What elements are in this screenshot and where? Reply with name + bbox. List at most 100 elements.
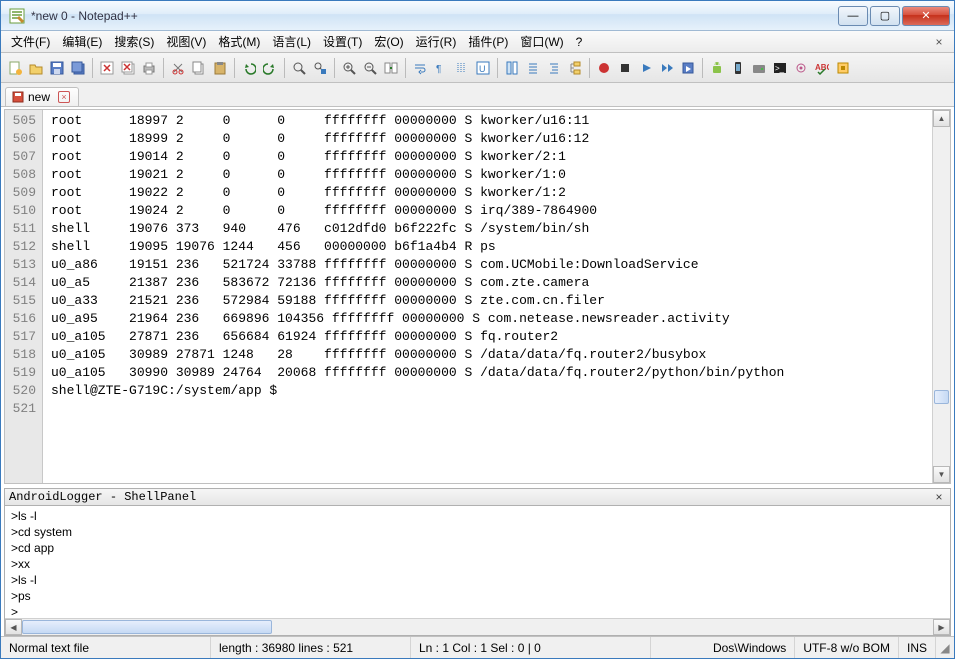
window-buttons: — ▢ ✕ [836,6,950,26]
disk-icon[interactable] [749,58,769,78]
tabbar: new × [1,83,954,107]
word-wrap-icon[interactable] [410,58,430,78]
app-icon [9,8,25,24]
copy-icon[interactable] [189,58,209,78]
scrollbar-thumb[interactable] [22,620,272,634]
menu-format[interactable]: 格式(M) [212,31,266,52]
save-macro-icon[interactable] [678,58,698,78]
undo-icon[interactable] [239,58,259,78]
settings-extra-icon[interactable] [791,58,811,78]
minimize-icon: — [848,10,859,22]
minimize-button[interactable]: — [838,6,868,26]
horizontal-scrollbar[interactable]: ◀ ▶ [5,618,950,635]
menu-macro[interactable]: 宏(O) [368,31,409,52]
close-file-icon[interactable] [97,58,117,78]
close-all-icon[interactable] [118,58,138,78]
menubar-close-icon[interactable]: × [928,35,950,49]
menu-search[interactable]: 搜索(S) [108,31,160,52]
replace-icon[interactable] [310,58,330,78]
status-filetype: Normal text file [1,637,211,658]
line-number-gutter: 5055065075085095105115125135145155165175… [5,110,43,483]
menu-language[interactable]: 语言(L) [266,31,317,52]
save-all-icon[interactable] [68,58,88,78]
stop-macro-icon[interactable] [615,58,635,78]
toolbar-separator [497,58,498,78]
svg-text:>_: >_ [775,64,785,73]
menu-view[interactable]: 视图(V) [160,31,212,52]
toolbar-separator [284,58,285,78]
maximize-button[interactable]: ▢ [870,6,900,26]
svg-text:¶: ¶ [436,64,441,75]
window-title: *new 0 - Notepad++ [31,9,836,23]
zoom-out-icon[interactable] [360,58,380,78]
close-button[interactable]: ✕ [902,6,950,26]
menubar: 文件(F) 编辑(E) 搜索(S) 视图(V) 格式(M) 语言(L) 设置(T… [1,31,954,53]
scroll-down-icon[interactable]: ▼ [933,466,950,483]
shell-panel-label: AndroidLogger - ShellPanel [9,490,196,504]
menu-settings[interactable]: 设置(T) [317,31,368,52]
svg-text:ABC: ABC [815,63,829,72]
doc-list-icon[interactable] [523,58,543,78]
toolbar-separator [334,58,335,78]
scroll-left-icon[interactable]: ◀ [5,619,22,635]
tab-new[interactable]: new × [5,87,79,106]
scrollbar-track[interactable] [22,619,933,635]
vertical-scrollbar[interactable]: ▲ ▼ [932,110,950,483]
zoom-in-icon[interactable] [339,58,359,78]
save-icon[interactable] [47,58,67,78]
indent-guide-icon[interactable] [452,58,472,78]
scroll-right-icon[interactable]: ▶ [933,619,950,635]
plugin-icon[interactable] [833,58,853,78]
user-lang-icon[interactable]: U [473,58,493,78]
menu-run[interactable]: 运行(R) [410,31,463,52]
toolbar-separator [163,58,164,78]
play-multi-icon[interactable] [657,58,677,78]
tab-label: new [28,90,50,104]
status-length: length : 36980 lines : 521 [211,637,411,658]
scroll-up-icon[interactable]: ▲ [933,110,950,127]
toolbar-separator [405,58,406,78]
play-macro-icon[interactable] [636,58,656,78]
folder-tree-icon[interactable] [565,58,585,78]
statusbar: Normal text file length : 36980 lines : … [1,636,954,658]
find-icon[interactable] [289,58,309,78]
scrollbar-thumb[interactable] [934,390,949,404]
resize-grip-icon[interactable]: ◢ [936,641,954,655]
open-file-icon[interactable] [26,58,46,78]
toolbar-separator [702,58,703,78]
menu-window[interactable]: 窗口(W) [514,31,569,52]
phone-icon[interactable] [728,58,748,78]
tab-close-icon[interactable]: × [58,91,70,103]
android-icon[interactable] [707,58,727,78]
panel-close-icon[interactable]: × [932,490,946,504]
status-encoding: UTF-8 w/o BOM [795,637,899,658]
print-icon[interactable] [139,58,159,78]
maximize-icon: ▢ [880,9,890,22]
paste-icon[interactable] [210,58,230,78]
status-eol: Dos\Windows [705,637,795,658]
cut-icon[interactable] [168,58,188,78]
menu-edit[interactable]: 编辑(E) [56,31,108,52]
sync-scroll-icon[interactable] [381,58,401,78]
record-macro-icon[interactable] [594,58,614,78]
status-insert-mode[interactable]: INS [899,637,936,658]
shell-panel: >ls -l>cd system>cd app>xx>ls -l>ps> ◀ ▶ [4,506,951,636]
menu-file[interactable]: 文件(F) [5,31,56,52]
menu-help[interactable]: ? [570,33,589,51]
code-area[interactable]: root 18997 2 0 0 ffffffff 00000000 S kwo… [43,110,932,483]
doc-map-icon[interactable] [502,58,522,78]
editor: 5055065075085095105115125135145155165175… [4,109,951,484]
show-all-chars-icon[interactable]: ¶ [431,58,451,78]
titlebar: *new 0 - Notepad++ — ▢ ✕ [1,1,954,31]
toolbar: ¶ U >_ ABC [1,53,954,83]
shell-output[interactable]: >ls -l>cd system>cd app>xx>ls -l>ps> [5,506,950,618]
shell-panel-title: AndroidLogger - ShellPanel × [4,488,951,506]
menu-plugins[interactable]: 插件(P) [462,31,514,52]
spellcheck-icon[interactable]: ABC [812,58,832,78]
console-icon[interactable]: >_ [770,58,790,78]
toolbar-separator [589,58,590,78]
redo-icon[interactable] [260,58,280,78]
new-file-icon[interactable] [5,58,25,78]
func-list-icon[interactable] [544,58,564,78]
toolbar-separator [92,58,93,78]
